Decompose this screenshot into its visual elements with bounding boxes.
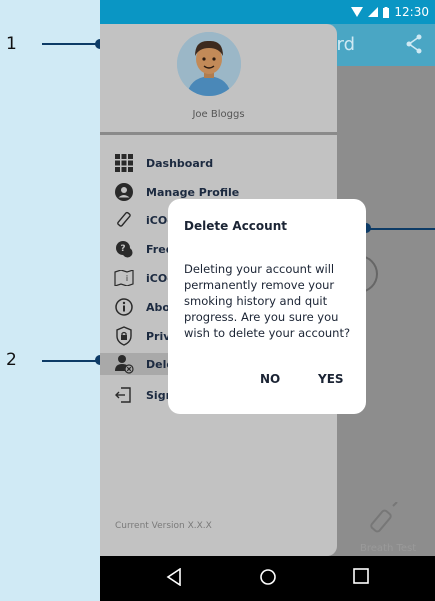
info-icon — [114, 297, 134, 317]
map-info-icon: i — [114, 268, 134, 288]
delete-user-icon — [114, 354, 134, 374]
recent-apps-icon[interactable] — [353, 568, 369, 584]
dialog-yes-button[interactable]: YES — [318, 372, 344, 386]
back-icon[interactable] — [166, 568, 182, 586]
svg-text:i: i — [126, 274, 128, 283]
grid-icon — [114, 153, 134, 173]
dialog-no-button[interactable]: NO — [260, 372, 280, 386]
version-text: Current Version X.X.X — [115, 521, 212, 531]
faq-icon: ? — [114, 239, 134, 259]
menu-item-dashboard[interactable]: Dashboard — [100, 152, 337, 174]
user-name: Joe Bloggs — [192, 109, 245, 120]
share-icon[interactable] — [405, 34, 423, 54]
status-time: 12:30 — [394, 5, 429, 19]
home-icon[interactable] — [259, 568, 277, 586]
sign-out-icon — [114, 385, 134, 405]
callout-2-line — [42, 360, 100, 362]
breath-test-label: Breath Test — [360, 543, 417, 554]
pen-icon — [114, 210, 134, 230]
svg-text:?: ? — [120, 244, 125, 254]
android-nav-bar — [100, 556, 435, 601]
app-bar-title: rd — [336, 34, 355, 55]
avatar — [177, 32, 241, 96]
breath-test-icon[interactable] — [366, 502, 402, 538]
dialog-title: Delete Account — [184, 219, 287, 233]
callout-2-label: 2 — [6, 350, 17, 370]
callout-1-label: 1 — [6, 34, 17, 54]
profile-icon — [114, 182, 134, 202]
privacy-shield-icon — [114, 326, 134, 346]
menu-label-manage-profile: Manage Profile — [146, 185, 240, 199]
callout-1-line — [42, 43, 100, 45]
drawer-divider — [100, 132, 337, 135]
battery-icon — [383, 6, 390, 18]
status-bar: 12:30 — [100, 0, 435, 24]
wifi-icon — [351, 7, 364, 17]
menu-label-dashboard: Dashboard — [146, 156, 214, 170]
dialog-message: Deleting your account will permanently r… — [184, 262, 351, 340]
callout-3-line — [368, 228, 435, 230]
delete-account-dialog: Delete Account Deleting your account wil… — [168, 199, 366, 414]
signal-icon — [368, 7, 379, 17]
